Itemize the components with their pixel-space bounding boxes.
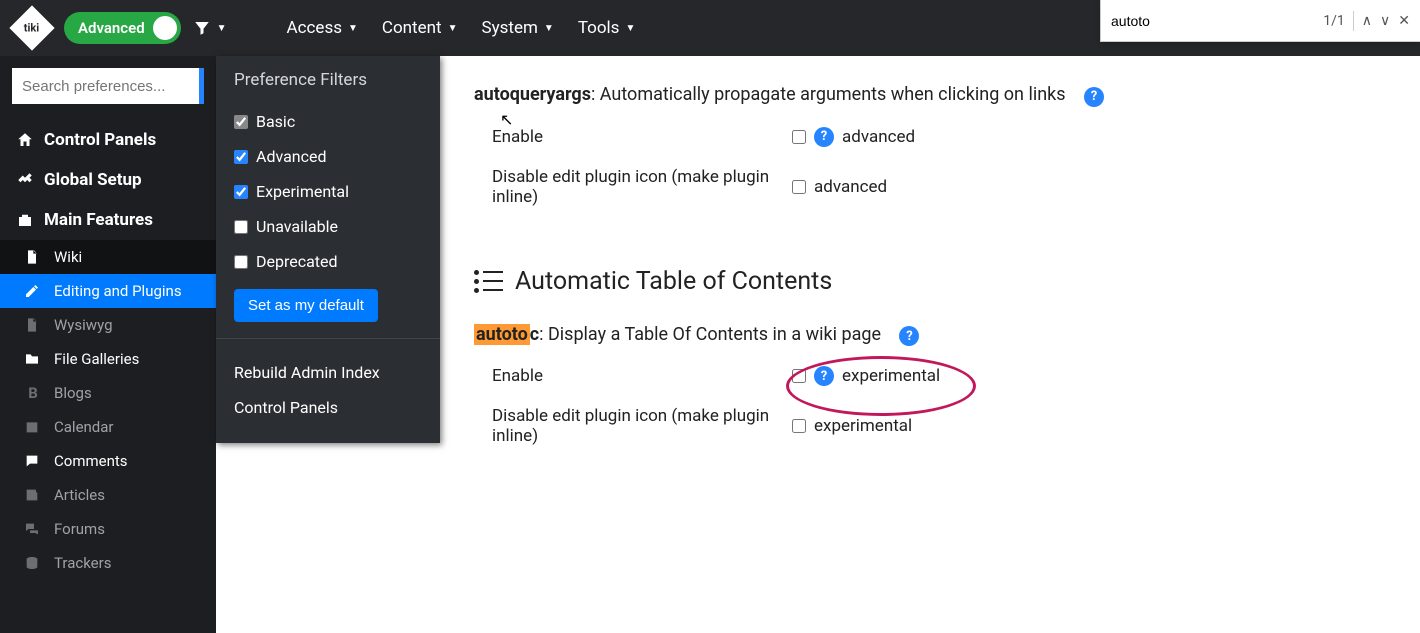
- sidebar-item-comments[interactable]: Comments: [0, 444, 216, 478]
- calendar-icon: [24, 419, 42, 435]
- tools-icon: [16, 171, 34, 189]
- preference-filters-panel: Preference Filters Basic Advanced Experi…: [216, 56, 440, 443]
- nav-tools[interactable]: Tools▼: [578, 18, 636, 38]
- chat-icon: [24, 521, 42, 537]
- filter-unavailable[interactable]: Unavailable: [234, 209, 422, 244]
- help-icon[interactable]: ?: [1084, 87, 1104, 107]
- help-icon[interactable]: ?: [814, 127, 834, 147]
- set-default-button[interactable]: Set as my default: [234, 289, 378, 322]
- pref-row-label: Enable: [474, 366, 792, 386]
- find-next-icon[interactable]: ∨: [1380, 13, 1390, 29]
- news-icon: [24, 487, 42, 503]
- file-icon: [24, 249, 42, 265]
- filter-basic-checkbox[interactable]: [234, 115, 248, 129]
- advanced-toggle[interactable]: Advanced: [64, 12, 181, 44]
- sidebar-item-label: Wiki: [54, 248, 82, 266]
- sidebar: Control Panels Global Setup Main Feature…: [0, 56, 216, 633]
- sidebar-item-label: Wysiwyg: [54, 316, 113, 334]
- filter-advanced-checkbox[interactable]: [234, 150, 248, 164]
- database-icon: [24, 555, 42, 571]
- pref-desc: : Display a Table Of Contents in a wiki …: [539, 324, 881, 345]
- pref-name: autoqueryargs: [474, 84, 591, 105]
- pref-autotoc: autotoc: Display a Table Of Contents in …: [474, 324, 1360, 447]
- pref-row-tag: advanced: [842, 127, 915, 147]
- pref-name-highlight: autoto: [474, 324, 530, 345]
- filter-experimental-checkbox[interactable]: [234, 185, 248, 199]
- enable-checkbox[interactable]: [792, 130, 806, 144]
- pref-row-label: Disable edit plugin icon (make plugin in…: [474, 167, 792, 207]
- panel-title: Preference Filters: [234, 70, 422, 90]
- filter-caret-icon[interactable]: ▼: [217, 23, 227, 34]
- sidebar-item-trackers[interactable]: Trackers: [0, 546, 216, 580]
- sidebar-item-blogs[interactable]: B Blogs: [0, 376, 216, 410]
- filter-icon[interactable]: [193, 19, 211, 37]
- enable-checkbox[interactable]: [792, 369, 806, 383]
- filter-deprecated[interactable]: Deprecated: [234, 244, 422, 279]
- folder-icon: [24, 351, 42, 367]
- sidebar-item-label: Comments: [54, 452, 128, 470]
- filter-deprecated-checkbox[interactable]: [234, 255, 248, 269]
- sidebar-item-label: Articles: [54, 486, 105, 504]
- top-nav: Access▼ Content▼ System▼ Tools▼: [287, 18, 636, 38]
- bold-icon: B: [24, 384, 42, 402]
- pref-autoqueryargs: autoqueryargs: Automatically propagate a…: [474, 84, 1360, 207]
- sidebar-item-articles[interactable]: Articles: [0, 478, 216, 512]
- help-icon[interactable]: ?: [814, 366, 834, 386]
- sidebar-item-label: Trackers: [54, 554, 111, 572]
- sidebar-item-label: Calendar: [54, 418, 114, 436]
- pref-row-tag: advanced: [814, 177, 887, 197]
- nav-content[interactable]: Content▼: [382, 18, 458, 38]
- pref-row-label: Enable: [474, 127, 792, 147]
- sidebar-item-label: Blogs: [54, 384, 92, 402]
- home-icon: [16, 131, 34, 149]
- pref-desc: : Automatically propagate arguments when…: [591, 84, 1066, 105]
- sidebar-item-file-galleries[interactable]: File Galleries: [0, 342, 216, 376]
- pref-row-tag: experimental: [842, 366, 940, 386]
- toolbox-icon: [16, 211, 34, 229]
- filter-advanced[interactable]: Advanced: [234, 139, 422, 174]
- pref-row-tag: experimental: [814, 416, 912, 436]
- sidebar-item-calendar[interactable]: Calendar: [0, 410, 216, 444]
- section-title: Automatic Table of Contents: [474, 267, 1360, 296]
- sidebar-item-label: File Galleries: [54, 350, 139, 368]
- rebuild-index-link[interactable]: Rebuild Admin Index: [234, 355, 422, 390]
- pref-row-label: Disable edit plugin icon (make plugin in…: [474, 406, 792, 446]
- sidebar-item-label: Editing and Plugins: [54, 282, 182, 300]
- list-icon: [474, 270, 503, 293]
- search-preferences-input[interactable]: [22, 78, 189, 95]
- edit-icon: [24, 283, 42, 299]
- sidebar-item-wysiwyg[interactable]: Wysiwyg: [0, 308, 216, 342]
- nav-system[interactable]: System▼: [482, 18, 554, 38]
- search-preferences[interactable]: [12, 68, 204, 104]
- sidebar-item-label: Forums: [54, 520, 105, 538]
- find-separator: [1353, 11, 1354, 31]
- find-close-icon[interactable]: ✕: [1398, 13, 1410, 29]
- sidebar-section-main-features[interactable]: Main Features: [0, 200, 216, 240]
- filter-basic[interactable]: Basic: [234, 104, 422, 139]
- find-count: 1/1: [1323, 13, 1345, 29]
- pref-name-rest: c: [530, 324, 539, 345]
- find-prev-icon[interactable]: ∧: [1362, 13, 1372, 29]
- sidebar-section-global-setup[interactable]: Global Setup: [0, 160, 216, 200]
- advanced-toggle-label: Advanced: [78, 19, 145, 37]
- find-input[interactable]: [1111, 13, 1315, 29]
- filter-experimental[interactable]: Experimental: [234, 174, 422, 209]
- comment-icon: [24, 453, 42, 469]
- disable-icon-checkbox[interactable]: [792, 419, 806, 433]
- disable-icon-checkbox[interactable]: [792, 180, 806, 194]
- sidebar-item-forums[interactable]: Forums: [0, 512, 216, 546]
- app-logo[interactable]: tiki: [9, 5, 54, 50]
- sidebar-item-wiki[interactable]: Wiki: [0, 240, 216, 274]
- control-panels-link[interactable]: Control Panels: [234, 390, 422, 425]
- file-icon: [24, 317, 42, 333]
- sidebar-item-editing-plugins[interactable]: Editing and Plugins: [0, 274, 216, 308]
- nav-access[interactable]: Access▼: [287, 18, 358, 38]
- panel-divider: [216, 338, 440, 339]
- sidebar-section-control-panels[interactable]: Control Panels: [0, 120, 216, 160]
- find-bar: 1/1 ∧ ∨ ✕: [1100, 0, 1420, 42]
- main-content: autoqueryargs: Automatically propagate a…: [440, 56, 1420, 633]
- toggle-knob: [153, 16, 177, 40]
- help-icon[interactable]: ?: [899, 326, 919, 346]
- filter-unavailable-checkbox[interactable]: [234, 220, 248, 234]
